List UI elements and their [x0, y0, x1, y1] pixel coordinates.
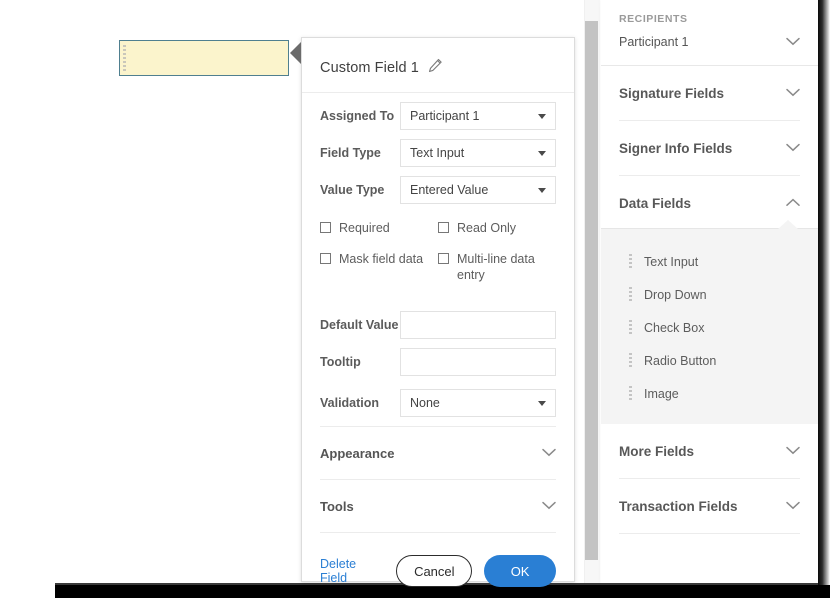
ok-button[interactable]: OK [484, 555, 556, 587]
chevron-down-icon[interactable] [786, 33, 800, 51]
field-item-image[interactable]: Image [601, 377, 818, 410]
row-assigned-to: Assigned To Participant 1 [302, 93, 574, 130]
label-assigned-to: Assigned To [320, 109, 400, 123]
select-validation-value: None [410, 396, 440, 410]
delete-field-link[interactable]: Delete Field [320, 557, 381, 585]
input-tooltip[interactable] [400, 348, 556, 376]
select-value-type[interactable]: Entered Value [400, 176, 556, 204]
sidebar-section-signer-info-fields[interactable]: Signer Info Fields [619, 121, 800, 176]
chevron-down-icon [538, 114, 546, 119]
dialog-title: Custom Field 1 [320, 60, 419, 76]
label-validation: Validation [320, 396, 400, 410]
select-assigned-to-value: Participant 1 [410, 109, 479, 123]
checkbox-mask-field-data[interactable]: Mask field data [320, 251, 438, 283]
chevron-up-icon[interactable] [786, 194, 800, 212]
field-properties-dialog: Custom Field 1 Assigned To Participant 1… [301, 37, 575, 582]
panel-notch-icon [778, 220, 798, 229]
vertical-scrollbar-thumb[interactable] [585, 21, 598, 560]
drag-handle-icon[interactable] [629, 254, 632, 269]
checkbox-multi-line-data-entry[interactable]: Multi-line data entry [438, 251, 556, 283]
recipient-selector[interactable]: Participant 1 [619, 33, 800, 51]
select-field-type-value: Text Input [410, 146, 464, 160]
sidebar-section-signature-fields[interactable]: Signature Fields [619, 66, 800, 121]
cancel-button[interactable]: Cancel [396, 555, 472, 587]
row-value-type: Value Type Entered Value [302, 167, 574, 204]
sidebar-section-data-fields[interactable]: Data Fields [619, 176, 800, 228]
field-item-check-box-label: Check Box [644, 321, 704, 335]
field-item-radio-button-label: Radio Button [644, 354, 716, 368]
checkbox-icon[interactable] [320, 253, 331, 264]
select-validation[interactable]: None [400, 389, 556, 417]
recipients-heading: RECIPIENTS [619, 13, 800, 25]
accordion-appearance[interactable]: Appearance [320, 427, 556, 480]
label-value-type: Value Type [320, 183, 400, 197]
select-assigned-to[interactable]: Participant 1 [400, 102, 556, 130]
field-item-drop-down[interactable]: Drop Down [601, 278, 818, 311]
dialog-pointer-caret [290, 42, 301, 64]
field-item-text-input[interactable]: Text Input [601, 245, 818, 278]
checkbox-icon[interactable] [438, 253, 449, 264]
row-validation: Validation None [302, 376, 574, 417]
chevron-down-icon[interactable] [786, 84, 800, 102]
field-item-drop-down-label: Drop Down [644, 288, 707, 302]
document-form-field-custom-field-1[interactable] [119, 40, 289, 76]
checkbox-required-label: Required [339, 220, 390, 236]
checkbox-multi-line-data-entry-label: Multi-line data entry [457, 251, 552, 283]
select-value-type-value: Entered Value [410, 183, 488, 197]
sidebar-section-more-fields[interactable]: More Fields [619, 424, 800, 479]
chevron-down-icon[interactable] [542, 444, 556, 462]
field-item-image-label: Image [644, 387, 679, 401]
label-field-type: Field Type [320, 146, 400, 160]
row-default-value: Default Value [302, 302, 574, 339]
checkbox-mask-field-data-label: Mask field data [339, 251, 423, 267]
input-default-value[interactable] [400, 311, 556, 339]
data-fields-panel: Text Input Drop Down Check Box Radio But… [601, 228, 818, 424]
fields-sidebar: RECIPIENTS Participant 1 Signature Field… [601, 0, 818, 586]
drag-handle-icon[interactable] [629, 353, 632, 368]
checkbox-required[interactable]: Required [320, 220, 438, 236]
field-item-radio-button[interactable]: Radio Button [601, 344, 818, 377]
chevron-down-icon [538, 401, 546, 406]
sidebar-section-data-fields-label: Data Fields [619, 196, 691, 211]
row-tooltip: Tooltip [302, 339, 574, 376]
sidebar-section-more-fields-label: More Fields [619, 444, 694, 459]
chevron-down-icon [538, 151, 546, 156]
accordion-tools[interactable]: Tools [320, 480, 556, 533]
chevron-down-icon [538, 188, 546, 193]
sidebar-section-transaction-fields[interactable]: Transaction Fields [619, 479, 800, 534]
chevron-down-icon[interactable] [786, 139, 800, 157]
chevron-down-icon[interactable] [786, 497, 800, 515]
sidebar-section-transaction-fields-label: Transaction Fields [619, 499, 738, 514]
accordion-tools-label: Tools [320, 499, 354, 514]
drag-handle-icon[interactable] [629, 287, 632, 302]
recipients-block: RECIPIENTS Participant 1 [601, 0, 818, 66]
field-item-text-input-label: Text Input [644, 255, 698, 269]
label-default-value: Default Value [320, 318, 400, 332]
drag-handle-icon[interactable] [629, 386, 632, 401]
chevron-down-icon[interactable] [542, 497, 556, 515]
checkbox-read-only[interactable]: Read Only [438, 220, 556, 236]
sidebar-section-signer-info-fields-label: Signer Info Fields [619, 141, 732, 156]
window-right-edge-shadow [818, 0, 830, 586]
field-drag-handle-icon[interactable] [123, 45, 126, 71]
recipient-selected-name: Participant 1 [619, 35, 688, 49]
dialog-actions: Delete Field Cancel OK [302, 533, 574, 587]
dialog-header: Custom Field 1 [302, 38, 574, 93]
select-field-type[interactable]: Text Input [400, 139, 556, 167]
checkbox-icon[interactable] [320, 222, 331, 233]
checkbox-read-only-label: Read Only [457, 220, 516, 236]
pencil-icon[interactable] [428, 58, 443, 78]
drag-handle-icon[interactable] [629, 320, 632, 335]
checkbox-icon[interactable] [438, 222, 449, 233]
chevron-down-icon[interactable] [786, 442, 800, 460]
row-field-type: Field Type Text Input [302, 130, 574, 167]
sidebar-section-signature-fields-label: Signature Fields [619, 86, 724, 101]
checkbox-group: Required Read Only Mask field data Multi… [302, 204, 574, 302]
label-tooltip: Tooltip [320, 355, 400, 369]
field-item-check-box[interactable]: Check Box [601, 311, 818, 344]
accordion-appearance-label: Appearance [320, 446, 394, 461]
